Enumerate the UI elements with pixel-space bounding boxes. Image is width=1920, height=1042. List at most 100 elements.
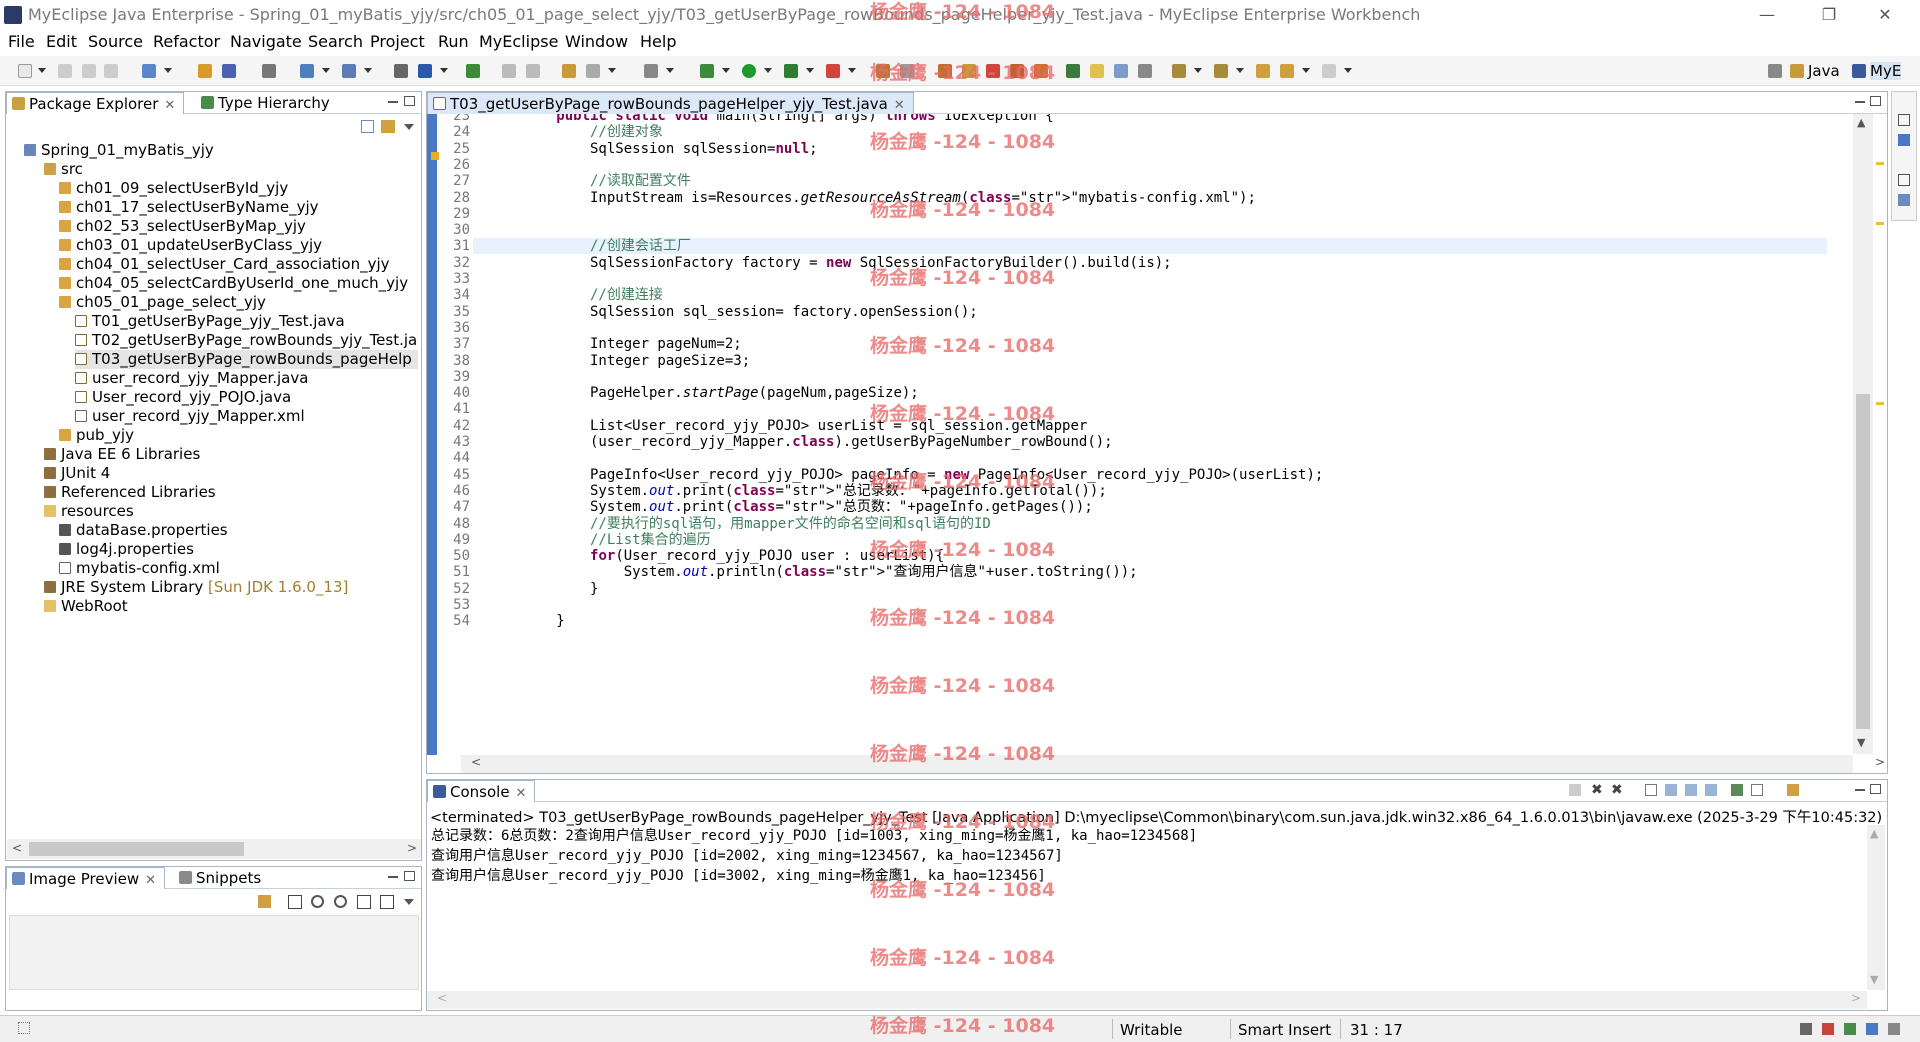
annotation-icon[interactable]: [1034, 64, 1048, 78]
menu-help[interactable]: Help: [640, 32, 676, 51]
tab-console[interactable]: Console ✕: [427, 780, 536, 802]
perspective-java[interactable]: Java: [1808, 62, 1840, 80]
code-line[interactable]: 46 System.out.print(class="str">"总记录数："+…: [437, 483, 1837, 499]
new-icon[interactable]: [18, 64, 32, 78]
show-on-stderr-icon[interactable]: [1705, 784, 1717, 796]
scroll-up-icon[interactable]: ▲: [1857, 116, 1865, 129]
tree-item[interactable]: ch03_01_updateUserByClass_yjy: [59, 236, 322, 255]
forward-dropdown-icon[interactable]: [1344, 68, 1352, 73]
prev-annotation-icon[interactable]: [1214, 64, 1228, 78]
fit-image-icon[interactable]: [288, 895, 302, 909]
display-console-icon[interactable]: [1751, 784, 1763, 796]
new-ejb-icon[interactable]: [342, 64, 356, 78]
code-line[interactable]: 32 SqlSessionFactory factory = new SqlSe…: [437, 255, 1837, 271]
code-line[interactable]: 53: [437, 597, 1837, 613]
back-icon[interactable]: [1280, 64, 1294, 78]
view-menu-icon[interactable]: [404, 899, 414, 905]
coverage-icon[interactable]: [826, 64, 840, 78]
scroll-right-icon[interactable]: >: [1875, 755, 1885, 769]
menu-window[interactable]: Window: [565, 32, 628, 51]
last-edit-icon[interactable]: [1256, 64, 1270, 78]
debug-icon[interactable]: [700, 64, 714, 78]
code-line[interactable]: 45 PageInfo<User_record_yjy_POJO> pageIn…: [437, 467, 1837, 483]
task-list-icon[interactable]: [1898, 194, 1910, 206]
code-line[interactable]: 42 List<User_record_yjy_POJO> userList =…: [437, 418, 1837, 434]
mark-occurrences-icon[interactable]: [1090, 64, 1104, 78]
code-line[interactable]: 31 //创建会话工厂: [437, 238, 1837, 254]
collapse-all-icon[interactable]: [361, 120, 374, 133]
pin-icon[interactable]: [986, 64, 1000, 78]
minimize-view-icon[interactable]: [388, 101, 398, 103]
remove-all-launches-icon[interactable]: ✖: [1611, 782, 1623, 798]
tree-scroll-thumb[interactable]: [29, 842, 244, 856]
new-package-icon[interactable]: [586, 64, 600, 78]
code-line[interactable]: 27 //读取配置文件: [437, 173, 1837, 189]
code-line[interactable]: 49 //List集合的遍历: [437, 532, 1837, 548]
code-line[interactable]: 40 PageHelper.startPage(pageNum,pageSize…: [437, 385, 1837, 401]
tree-item[interactable]: src: [44, 160, 83, 179]
code-line[interactable]: 43 (user_record_yjy_Mapper.class).getUse…: [437, 434, 1837, 450]
new-ejb-dropdown-icon[interactable]: [364, 68, 372, 73]
tree-item[interactable]: ch01_17_selectUserByName_yjy: [59, 198, 319, 217]
close-icon[interactable]: ✕: [145, 873, 156, 888]
code-line[interactable]: 47 System.out.print(class="str">"总页数："+p…: [437, 499, 1837, 515]
outline-icon[interactable]: [1898, 134, 1910, 146]
tree-item[interactable]: T03_getUserByPage_rowBounds_pageHelp: [75, 350, 418, 369]
terminate-icon[interactable]: [1569, 784, 1581, 796]
perspective-myeclipse[interactable]: MyE: [1870, 62, 1902, 80]
debug-dropdown-icon[interactable]: [722, 68, 730, 73]
tab-type-hierarchy[interactable]: Type Hierarchy: [196, 92, 338, 114]
link-with-editor-icon[interactable]: [381, 120, 395, 133]
tree-item[interactable]: ch05_01_page_select_yjy: [59, 293, 266, 312]
tree-item[interactable]: JUnit 4: [44, 464, 110, 483]
remove-launch-icon[interactable]: ✖: [1591, 782, 1603, 798]
menu-file[interactable]: File: [8, 32, 35, 51]
refresh-icon[interactable]: [258, 895, 271, 908]
menu-myeclipse[interactable]: MyEclipse: [479, 32, 558, 51]
tree-item[interactable]: ch04_05_selectCardByUserId_one_much_yjy: [59, 274, 408, 293]
code-line[interactable]: 24 //创建对象: [437, 124, 1837, 140]
new-project-icon[interactable]: [142, 64, 156, 78]
toggle-breadcrumb-icon[interactable]: [1066, 64, 1080, 78]
zoom-in-icon[interactable]: [334, 895, 347, 908]
code-area[interactable]: 23 public static void main(String[] args…: [437, 114, 1857, 753]
scroll-right-icon[interactable]: >: [407, 841, 417, 855]
pin-console-icon[interactable]: [1731, 784, 1743, 796]
new-project-dropdown-icon[interactable]: [164, 68, 172, 73]
external-tools-icon[interactable]: [900, 64, 914, 78]
tree-item[interactable]: User_record_yjy_POJO.java: [75, 388, 291, 407]
menu-run[interactable]: Run: [438, 32, 469, 51]
maximize-view-icon[interactable]: [1870, 96, 1881, 106]
open-type-icon[interactable]: [394, 64, 408, 78]
menu-source[interactable]: Source: [88, 32, 143, 51]
maximize-view-icon[interactable]: [404, 96, 415, 106]
tab-snippets[interactable]: Snippets: [174, 867, 269, 889]
fit-window-icon[interactable]: [380, 895, 394, 909]
close-icon[interactable]: ✕: [164, 98, 175, 113]
new-dropdown-icon[interactable]: [38, 68, 46, 73]
actual-size-icon[interactable]: [357, 895, 371, 909]
server-status-icon[interactable]: [1844, 1023, 1856, 1035]
code-line[interactable]: 50 for(User_record_yjy_POJO user : userL…: [437, 548, 1837, 564]
save-all-icon[interactable]: [82, 64, 96, 78]
coverage-dropdown-icon[interactable]: [848, 68, 856, 73]
new-web-icon[interactable]: [300, 64, 314, 78]
forward-icon[interactable]: [1322, 64, 1336, 78]
tools-icon[interactable]: [876, 64, 890, 78]
tree-item[interactable]: dataBase.properties: [59, 521, 228, 540]
menu-navigate[interactable]: Navigate: [230, 32, 302, 51]
back-dropdown-icon[interactable]: [1302, 68, 1310, 73]
run-dropdown-icon[interactable]: [764, 68, 772, 73]
console-dropdown-icon[interactable]: [666, 68, 674, 73]
code-line[interactable]: 52 }: [437, 581, 1837, 597]
new-web-dropdown-icon[interactable]: [322, 68, 330, 73]
new-package-dropdown-icon[interactable]: [608, 68, 616, 73]
open-browser-icon[interactable]: [262, 64, 276, 78]
code-line[interactable]: 29: [437, 206, 1837, 222]
open-perspective-icon[interactable]: [1768, 64, 1782, 78]
progress-icon[interactable]: [1800, 1023, 1812, 1035]
minimize-view-icon[interactable]: [388, 876, 398, 878]
print-icon[interactable]: [104, 64, 118, 78]
server-icon[interactable]: [222, 64, 236, 78]
tree-item[interactable]: Referenced Libraries: [44, 483, 216, 502]
